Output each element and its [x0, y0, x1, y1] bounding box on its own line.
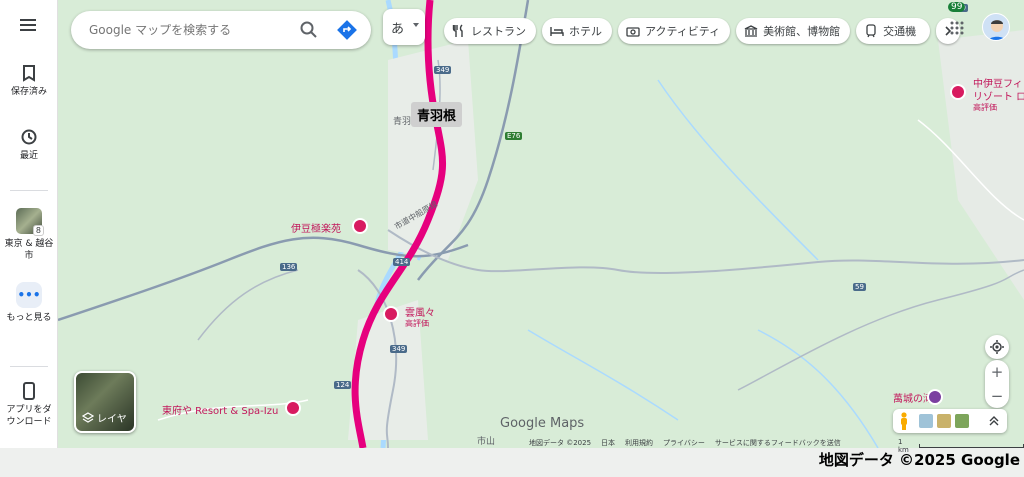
sidebar: 保存済み 最近 8 東京 & 越谷市 ••• もっと見る アプリをダウンロード	[0, 0, 58, 448]
recent-label: 最近	[19, 151, 38, 161]
map-footer: 地図データ ©2025 日本 利用規約 プライバシー サービスに関するフィードバ…	[529, 438, 841, 448]
avatar[interactable]	[982, 13, 1010, 41]
search-icon[interactable]	[299, 20, 319, 40]
bookmark-icon	[23, 65, 35, 82]
sidebar-divider	[10, 366, 48, 367]
zoom-out-button[interactable]: −	[991, 384, 1004, 408]
more-dots-icon: •••	[16, 282, 42, 308]
recent-place-badge: 8	[32, 225, 44, 236]
museum-icon	[744, 25, 758, 37]
map-canvas[interactable]	[58, 0, 1024, 448]
scale-bar[interactable]: 1 km	[898, 438, 1024, 454]
route-shield: 136	[280, 263, 298, 271]
google-maps-logo: Google Maps	[500, 416, 585, 431]
search-box	[71, 11, 371, 49]
scale-line	[919, 444, 1024, 448]
poi-sublabel: 高評価	[973, 103, 997, 112]
recent-place-label: 東京 & 越谷市	[4, 239, 54, 261]
poi-label[interactable]: 伊豆極楽苑	[291, 220, 341, 235]
recent-button[interactable]: 最近	[0, 128, 58, 162]
chip-transit[interactable]: 交通機	[856, 18, 931, 44]
poi-marker[interactable]	[383, 306, 399, 322]
ime-toggle[interactable]: あ	[383, 9, 425, 45]
camera-icon	[626, 27, 640, 37]
download-app-button[interactable]: アプリをダウンロード	[0, 382, 58, 428]
search-input[interactable]	[89, 23, 289, 37]
history-icon	[21, 129, 37, 145]
poi-label[interactable]: 東府や Resort & Spa-Izu	[162, 402, 278, 417]
poi-label[interactable]: リゾート ロ	[973, 88, 1024, 103]
chevron-down-icon	[413, 23, 419, 27]
layers-button[interactable]: レイヤ	[74, 371, 136, 433]
phone-icon	[23, 382, 35, 400]
route-shield: 414	[393, 258, 411, 266]
recent-place-thumbnail: 8	[16, 208, 44, 236]
poi-marker[interactable]	[927, 389, 943, 405]
footer-privacy-link[interactable]: プライバシー	[663, 438, 705, 448]
chip-label: 美術館、博物館	[763, 25, 841, 38]
imagery-thumbnail[interactable]	[955, 414, 969, 428]
place-tooltip: 青羽根	[411, 102, 463, 127]
city-label-ichiyama: 市山	[477, 437, 496, 447]
location-target-icon	[990, 340, 1004, 354]
route-shield: E76	[505, 132, 523, 140]
more-button[interactable]: ••• もっと見る	[0, 282, 58, 324]
poi-marker[interactable]	[950, 84, 966, 100]
poi-marker[interactable]	[285, 400, 301, 416]
poi-sublabel: 高評価	[405, 319, 429, 328]
zoom-in-button[interactable]: +	[991, 360, 1004, 384]
menu-button[interactable]	[0, 18, 58, 42]
notification-badge: 99	[948, 2, 966, 12]
footer-feedback-link[interactable]: サービスに関するフィードバックを送信	[715, 438, 841, 448]
footer-terms-link[interactable]: 利用規約	[625, 438, 653, 448]
scale-label: 1 km	[898, 438, 909, 454]
chip-label: ホテル	[569, 25, 602, 38]
saved-label: 保存済み	[10, 87, 47, 97]
imagery-thumbnail[interactable]	[919, 414, 933, 428]
bed-icon	[550, 27, 564, 36]
route-shield: 349	[390, 345, 408, 353]
street-view-bar	[893, 409, 1007, 433]
chip-museums[interactable]: 美術館、博物館	[736, 18, 851, 44]
apps-grid-icon[interactable]	[949, 20, 965, 36]
chip-label: 交通機	[883, 25, 917, 38]
sidebar-divider	[10, 190, 48, 191]
expand-up-icon[interactable]	[989, 415, 999, 427]
place-label-aobane: 青羽	[393, 117, 412, 127]
chip-hotel[interactable]: ホテル	[542, 18, 612, 44]
layers-label: レイヤ	[97, 414, 127, 425]
chip-label: アクティビティ	[645, 25, 721, 38]
footer-region[interactable]: 日本	[601, 438, 615, 448]
ime-label: あ	[391, 21, 405, 37]
chip-restaurant[interactable]: レストラン	[444, 18, 536, 44]
map-roads	[58, 0, 1024, 448]
layers-icon	[82, 411, 94, 423]
more-label: もっと見る	[6, 313, 52, 323]
directions-icon[interactable]	[337, 20, 357, 40]
route-shield: 124	[334, 381, 352, 389]
imagery-thumbnail[interactable]	[937, 414, 951, 428]
train-icon	[866, 24, 876, 38]
download-app-label: アプリをダウンロード	[6, 405, 52, 427]
poi-marker[interactable]	[352, 218, 368, 234]
zoom-control: + −	[985, 360, 1009, 408]
chip-activities[interactable]: アクティビティ	[618, 18, 731, 44]
route-shield: 59	[853, 283, 866, 291]
poi-label[interactable]: 雲風々	[405, 304, 435, 319]
hamburger-menu-icon	[20, 19, 36, 31]
chip-label: レストラン	[471, 25, 526, 38]
pegman-icon[interactable]	[898, 412, 910, 430]
my-location-button[interactable]	[985, 335, 1009, 359]
recent-place-item[interactable]: 8 東京 & 越谷市	[0, 208, 58, 262]
footer-copyright: 地図データ ©2025	[529, 439, 592, 447]
category-chips: レストラン ホテル アクティビティ 美術館、博物館 交通機	[444, 18, 961, 44]
saved-button[interactable]: 保存済み	[0, 64, 58, 98]
route-shield: 349	[434, 66, 452, 74]
fork-knife-icon	[452, 24, 463, 37]
